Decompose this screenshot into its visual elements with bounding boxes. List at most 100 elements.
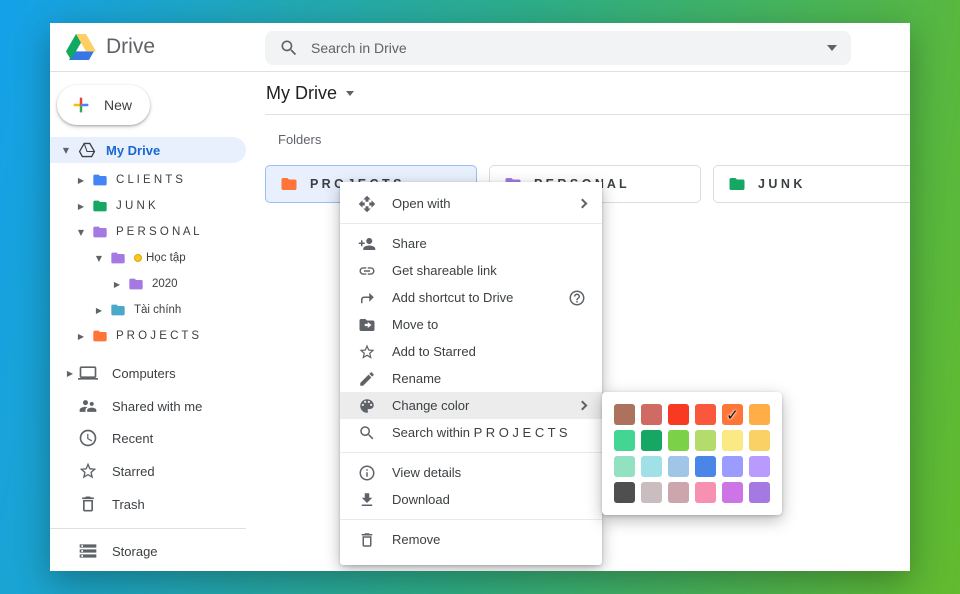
folder-icon [280,175,298,193]
chevron-collapsed-icon[interactable]: ▶ [110,280,124,289]
color-swatch[interactable] [668,404,689,425]
menu-item-open-with[interactable]: Open with [340,190,602,217]
menu-item-add-to-starred[interactable]: Add to Starred [340,338,602,365]
menu-item-search-within[interactable]: Search within P R O J E C T S [340,419,602,446]
color-swatch[interactable] [722,482,743,503]
sidebar-item-hoc-tap[interactable]: ▼ Học tập [50,245,265,271]
sidebar-item-label: P E R S O N A L [116,226,200,238]
people-icon [78,396,98,416]
drive-logo[interactable]: Drive [66,34,155,60]
menu-item-remove[interactable]: Remove [340,526,602,553]
sidebar-item-label: 2020 [152,278,178,290]
folder-icon [110,302,126,318]
color-palette-popup: ✓ [602,392,782,515]
sidebar-item-label: Học tập [146,252,186,264]
chevron-expanded-icon[interactable]: ▼ [74,228,88,237]
chevron-expanded-icon[interactable]: ▼ [58,146,74,155]
breadcrumb[interactable]: My Drive [265,72,910,115]
sidebar-item-label: P R O J E C T S [116,330,199,342]
color-swatch[interactable] [722,456,743,477]
star-icon [358,343,376,361]
sidebar-item-trash[interactable]: Trash [50,491,265,517]
color-swatch[interactable] [641,456,662,477]
color-swatch-selected[interactable]: ✓ [722,404,743,425]
color-swatch[interactable] [749,430,770,451]
sidebar-item-tai-chinh[interactable]: ▶ Tài chính [50,297,265,323]
sidebar-item-clients[interactable]: ▶ C L I E N T S [50,167,265,193]
search-options-caret-icon[interactable] [827,45,837,51]
sidebar-item-my-drive[interactable]: ▼ My Drive [50,137,246,163]
color-swatch[interactable] [749,482,770,503]
folder-card-label: J U N K [758,177,802,191]
color-swatch[interactable] [695,430,716,451]
menu-item-view-details[interactable]: View details [340,459,602,486]
menu-item-label: Add to Starred [392,344,476,359]
sidebar-item-computers[interactable]: ▶ Computers [50,360,265,386]
color-swatch[interactable] [668,482,689,503]
computer-icon [78,363,98,383]
sidebar-item-2020[interactable]: ▶ 2020 [50,271,265,297]
desktop-background: Drive New ▼ [0,0,960,594]
color-swatch[interactable] [641,482,662,503]
sidebar-item-storage[interactable]: Storage [50,538,265,564]
sidebar-item-shared-with-me[interactable]: Shared with me [50,393,265,419]
color-swatch[interactable] [695,404,716,425]
new-button[interactable]: New [57,85,150,125]
sidebar-item-label: C L I E N T S [116,174,183,186]
color-swatch[interactable] [614,482,635,503]
sidebar-item-label: Storage [112,544,158,559]
color-swatch[interactable] [668,430,689,451]
sidebar-divider [50,528,246,529]
sidebar-item-label: Trash [112,497,145,512]
color-swatch[interactable] [614,456,635,477]
check-icon: ✓ [722,404,743,425]
menu-item-get-shareable-link[interactable]: Get shareable link [340,257,602,284]
color-swatch[interactable] [614,404,635,425]
context-menu: Open with Share Get shareable link Add s… [340,182,602,565]
bulb-icon [134,254,142,262]
sidebar-item-personal[interactable]: ▼ P E R S O N A L [50,219,265,245]
folder-move-icon [358,316,376,334]
chevron-collapsed-icon[interactable]: ▶ [74,332,88,341]
menu-item-change-color[interactable]: Change color [340,392,602,419]
help-icon[interactable] [568,289,586,307]
menu-item-share[interactable]: Share [340,230,602,257]
sidebar-item-junk[interactable]: ▶ J U N K [50,193,265,219]
color-swatch[interactable] [749,456,770,477]
menu-item-download[interactable]: Download [340,486,602,513]
drive-icon [78,142,96,158]
chevron-collapsed-icon[interactable]: ▶ [74,202,88,211]
chevron-collapsed-icon[interactable]: ▶ [74,176,88,185]
search-icon [279,38,299,58]
color-swatch[interactable] [668,456,689,477]
sidebar-item-projects[interactable]: ▶ P R O J E C T S [50,323,265,349]
color-swatch[interactable] [614,430,635,451]
color-swatch[interactable] [641,430,662,451]
folder-card-junk[interactable]: J U N K [713,165,910,203]
drive-window: Drive New ▼ [50,23,910,571]
menu-item-move-to[interactable]: Move to [340,311,602,338]
folder-icon [92,198,108,214]
color-swatch[interactable] [641,404,662,425]
chevron-expanded-icon[interactable]: ▼ [92,254,106,263]
sidebar-item-label: Tài chính [134,304,181,316]
storage-icon [78,541,98,561]
color-swatch[interactable] [749,404,770,425]
menu-item-add-shortcut[interactable]: Add shortcut to Drive [340,284,602,311]
chevron-collapsed-icon[interactable]: ▶ [62,369,78,378]
star-icon [78,461,98,481]
folder-icon [92,328,108,344]
color-swatch[interactable] [695,482,716,503]
search-bar[interactable] [265,31,851,65]
sidebar-item-starred[interactable]: Starred [50,458,265,484]
search-input[interactable] [311,40,815,56]
color-swatch[interactable] [695,456,716,477]
folders-section-label: Folders [278,132,321,147]
chevron-down-icon[interactable] [346,91,354,96]
sidebar-item-recent[interactable]: Recent [50,425,265,451]
menu-divider [340,519,602,520]
link-icon [358,262,376,280]
color-swatch[interactable] [722,430,743,451]
menu-item-rename[interactable]: Rename [340,365,602,392]
chevron-collapsed-icon[interactable]: ▶ [92,306,106,315]
